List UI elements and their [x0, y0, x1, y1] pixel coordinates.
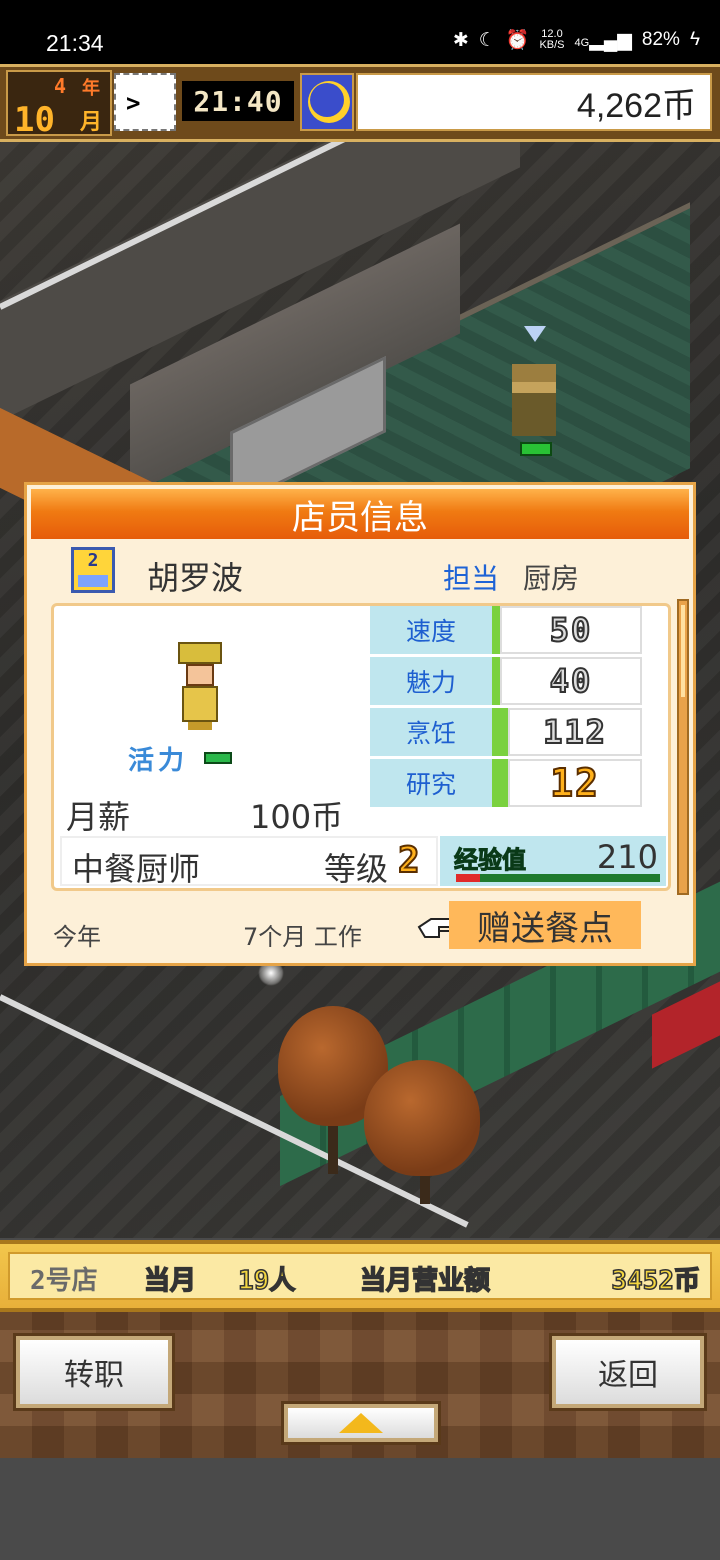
stat-name: 烹饪 — [370, 708, 492, 756]
staff-name: 胡罗波 — [147, 559, 244, 597]
alarm-icon: ⏰ — [505, 30, 530, 51]
empty-area — [0, 1458, 720, 1560]
stat-name: 魅力 — [370, 657, 492, 705]
stat-bar — [492, 606, 500, 654]
experience-bar — [456, 874, 660, 882]
customer-count: 19人 — [237, 1265, 296, 1297]
game-time: 21:40 — [182, 81, 294, 121]
chef-avatar-icon — [176, 642, 224, 730]
experience-bar-fill — [456, 874, 481, 882]
stat-value: 50 — [500, 606, 642, 654]
stat-name: 研究 — [370, 759, 492, 807]
stat-bar — [492, 759, 508, 807]
signal-icon: 4G▂▄▆ — [574, 29, 632, 51]
charging-icon: ϟ — [689, 29, 700, 50]
stat-row-research: 研究 12 — [370, 759, 642, 807]
stat-value: 12 — [508, 759, 642, 807]
shop-info-panel: 2号店 当月 19人 当月营业额 3452币 — [8, 1252, 712, 1300]
date-display: 4 年 10 月 — [6, 70, 112, 140]
network-speed: 12.0 KB/S — [539, 29, 564, 51]
stat-bar — [492, 708, 508, 756]
status-time: 21:34 — [46, 30, 104, 56]
gift-meal-button[interactable]: 赠送餐点 — [449, 901, 641, 949]
game-speed-button[interactable]: > — [114, 73, 176, 131]
rank-badge-icon: 2 — [71, 547, 115, 593]
month-label: 月 — [80, 110, 103, 135]
status-icons: ✱ ☾ ⏰ 12.0 KB/S 4G▂▄▆ 82% ϟ — [453, 28, 700, 52]
vitality-label: 活力 — [128, 746, 189, 776]
stat-name: 速度 — [370, 606, 492, 654]
job-name: 中餐厨师 — [72, 850, 201, 888]
month-label: 当月 — [143, 1265, 197, 1297]
cook-sprite[interactable] — [512, 364, 556, 436]
dialog-title: 店员信息 — [31, 489, 689, 539]
experience-box: 经验值 210 — [440, 836, 666, 886]
months-worked: 7个月 工作 — [243, 923, 362, 951]
salary-label: 月薪 — [66, 798, 131, 836]
stat-row-charm: 魅力 40 — [370, 657, 642, 705]
scrollbar-thumb[interactable] — [681, 605, 685, 697]
staff-info-dialog: 店员信息 2 胡罗波 担当 厨房 活力 月薪 100币 速度 50 魅力 40 … — [24, 482, 696, 966]
month-value: 10 — [14, 100, 55, 140]
monthly-sales-label: 当月营业额 — [359, 1265, 491, 1297]
level-value: 2 — [397, 839, 421, 882]
status-bar: 21:34 ✱ ☾ ⏰ 12.0 KB/S 4G▂▄▆ 82% ϟ — [0, 0, 720, 64]
stat-value: 112 — [508, 708, 642, 756]
vitality-bar — [204, 752, 232, 764]
chevron-up-icon — [339, 1413, 383, 1433]
job-box: 中餐厨师 等级 2 — [60, 836, 438, 888]
assignment-value: 厨房 — [523, 562, 580, 595]
salary-value: 100币 — [250, 798, 344, 836]
assignment-label[interactable]: 担当 — [443, 557, 499, 597]
bottom-controls: 转职 返回 — [0, 1312, 720, 1458]
stat-row-cooking: 烹饪 112 — [370, 708, 642, 756]
this-year-label: 今年 — [53, 923, 101, 951]
money-display: 4,262币 — [356, 73, 712, 131]
shop-name: 2号店 — [30, 1266, 98, 1296]
network-speed-unit: KB/S — [539, 39, 565, 51]
cook-vitality-bar — [520, 442, 552, 456]
top-hud: 4 年 10 月 > 21:40 4,262币 — [0, 64, 720, 142]
stat-value: 40 — [500, 657, 642, 705]
staff-detail-panel: 活力 月薪 100币 速度 50 魅力 40 烹饪 112 研究 12 中餐厨师… — [51, 603, 671, 891]
experience-label: 经验值 — [454, 846, 527, 875]
transfer-job-button[interactable]: 转职 — [13, 1333, 175, 1411]
bluetooth-icon: ✱ — [452, 29, 469, 51]
dialog-scrollbar[interactable] — [677, 599, 689, 895]
stat-row-speed: 速度 50 — [370, 606, 642, 654]
expand-menu-button[interactable] — [281, 1401, 441, 1445]
moon-icon: ☾ — [478, 29, 496, 51]
autumn-tree-icon-2 — [364, 1060, 480, 1176]
year-value: 4 — [54, 74, 67, 98]
signal-label: 4G — [574, 36, 590, 49]
monthly-sales-value: 3452币 — [611, 1265, 701, 1297]
back-button[interactable]: 返回 — [549, 1333, 707, 1411]
battery-level: 82% — [641, 29, 680, 50]
night-moon-icon — [300, 73, 354, 131]
level-label: 等级 — [324, 850, 389, 888]
stat-bar — [492, 657, 500, 705]
shop-info-bar: 2号店 当月 19人 当月营业额 3452币 — [0, 1240, 720, 1312]
experience-value: 210 — [596, 838, 658, 876]
speed-symbol: > — [126, 89, 141, 117]
year-label: 年 — [82, 78, 100, 99]
